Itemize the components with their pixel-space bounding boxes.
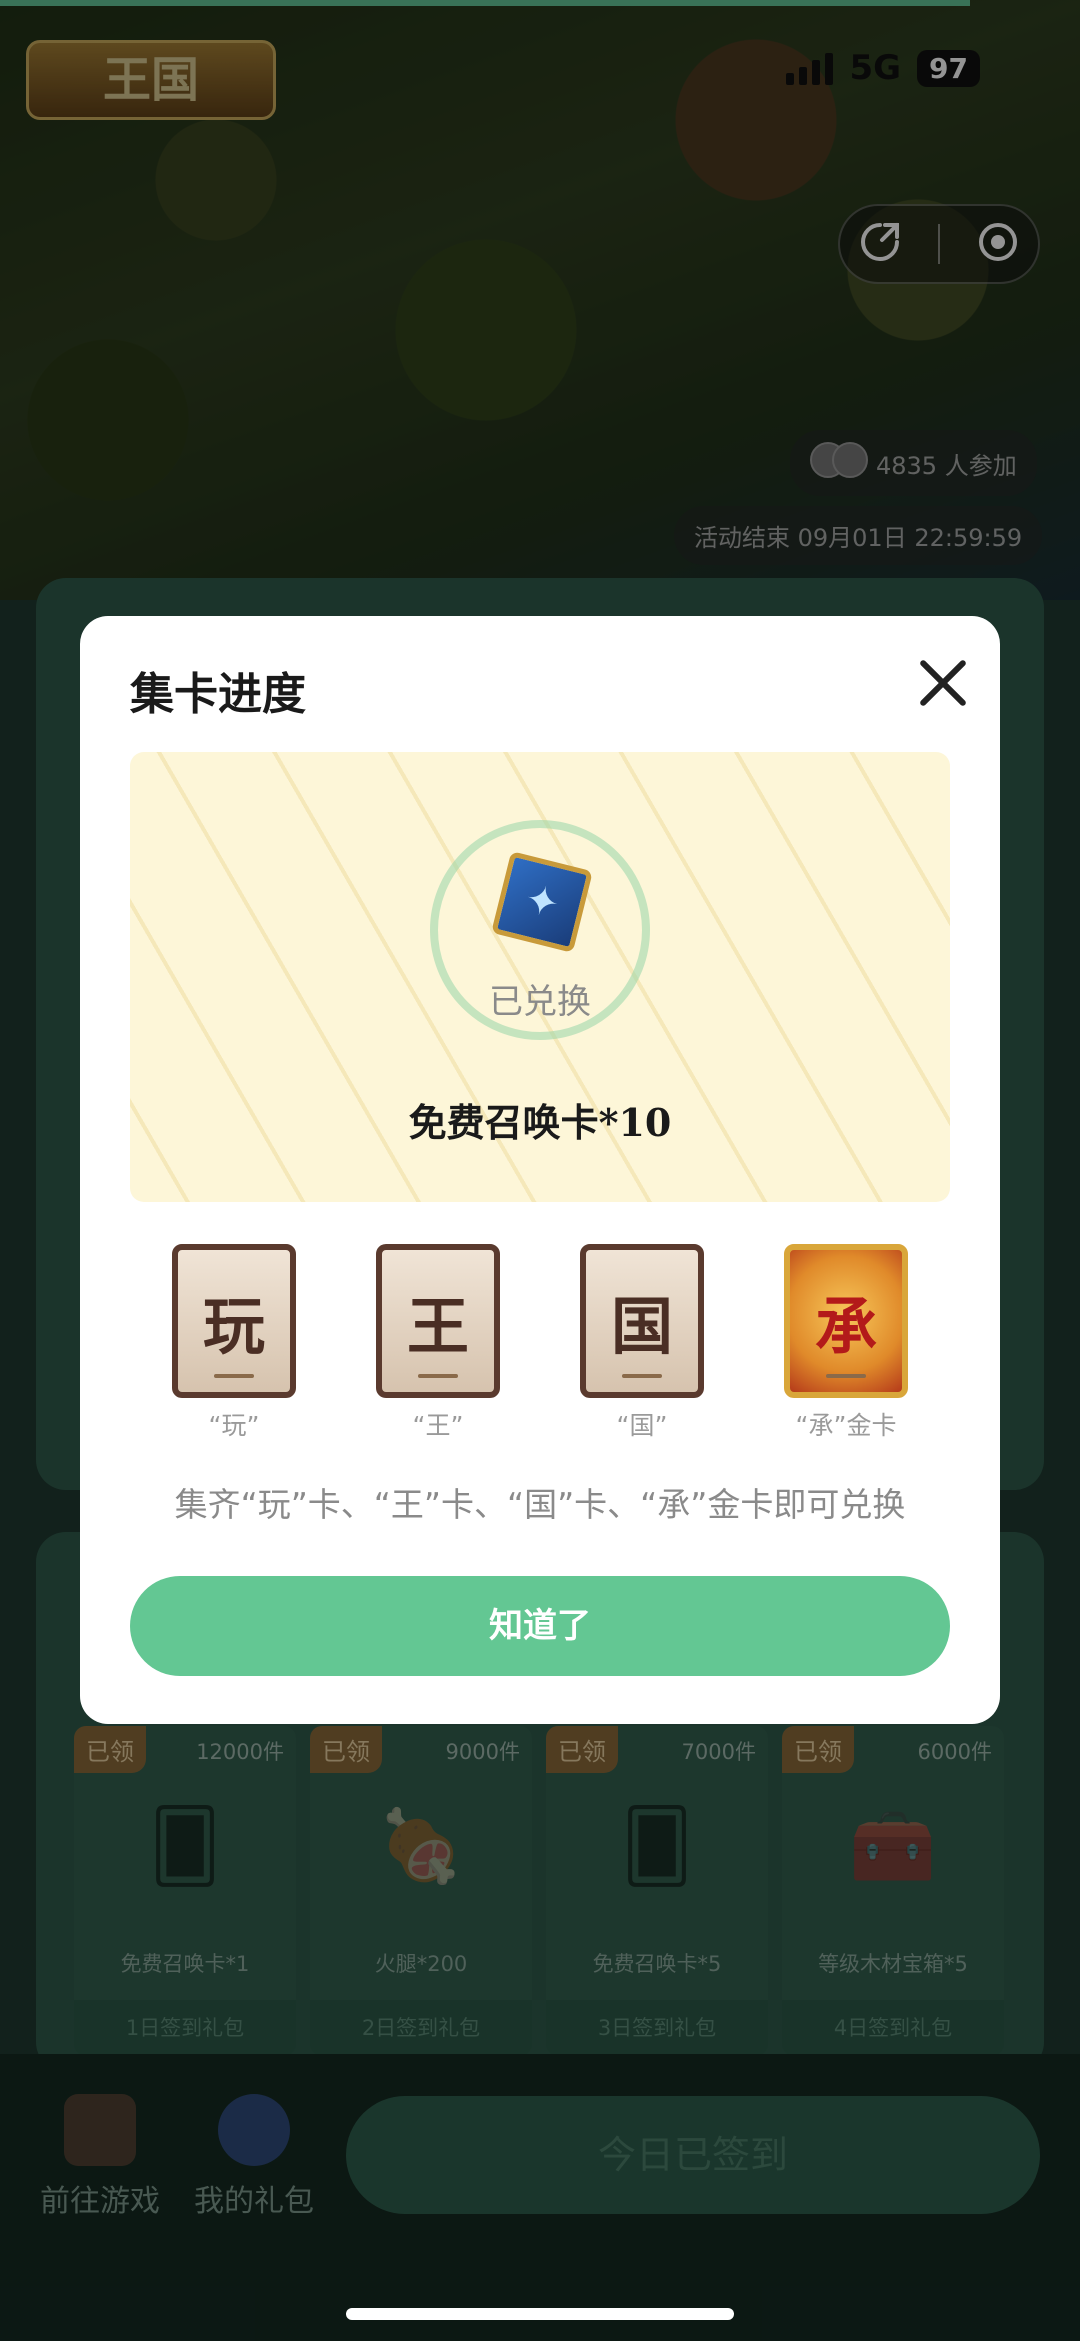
card-label: “承”金卡 xyxy=(795,1411,897,1440)
collection-hint: 集齐“玩”卡、“王”卡、“国”卡、“承”金卡即可兑换 xyxy=(174,1485,906,1524)
collect-card-cheng-gold: 承 “承”金卡 xyxy=(782,1244,910,1442)
card-face: 玩 xyxy=(172,1244,296,1398)
card-label: “王” xyxy=(412,1411,464,1440)
close-icon[interactable] xyxy=(916,656,970,710)
card-collection-modal: 集卡进度 ✦ 已兑换 免费召唤卡*10 玩 “玩” 王 “王” 国 “国” 承 … xyxy=(80,616,1000,1724)
collect-card-guo: 国 “国” xyxy=(578,1244,706,1442)
home-indicator[interactable] xyxy=(346,2308,734,2320)
prize-panel: ✦ 已兑换 免费召唤卡*10 xyxy=(130,752,950,1202)
card-face: 王 xyxy=(376,1244,500,1398)
collect-cards: 玩 “玩” 王 “王” 国 “国” 承 “承”金卡 xyxy=(170,1244,910,1442)
collect-card-wang: 王 “王” xyxy=(374,1244,502,1442)
card-face: 承 xyxy=(784,1244,908,1398)
modal-title: 集卡进度 xyxy=(130,669,306,720)
prize-name: 免费召唤卡*10 xyxy=(408,1100,672,1145)
got-it-button[interactable]: 知道了 xyxy=(130,1576,950,1676)
collect-card-wan: 玩 “玩” xyxy=(170,1244,298,1442)
prize-status: 已兑换 xyxy=(489,982,591,1022)
card-label: “玩” xyxy=(208,1411,260,1440)
card-face: 国 xyxy=(580,1244,704,1398)
card-label: “国” xyxy=(616,1411,668,1440)
